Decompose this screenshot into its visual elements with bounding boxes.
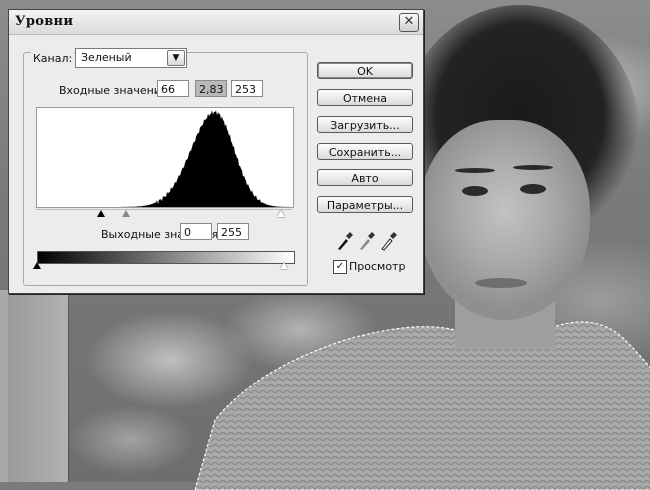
dialog-titlebar[interactable]: Уровни ✕ (9, 10, 423, 35)
black-eyedropper-icon[interactable] (335, 231, 353, 251)
output-black-field[interactable]: 0 (180, 223, 212, 240)
input-black-slider[interactable] (97, 210, 105, 217)
right-eye (520, 184, 546, 194)
channel-label: Канал: (31, 52, 75, 65)
load-button[interactable]: Загрузить... (317, 116, 413, 133)
channel-select[interactable]: Зеленый ▼ (75, 48, 187, 68)
output-black-slider[interactable] (33, 262, 41, 269)
dialog-title: Уровни (15, 14, 74, 29)
input-gamma-field[interactable]: 2,83 (195, 80, 227, 97)
close-icon: ✕ (403, 14, 415, 29)
mouth (475, 278, 527, 288)
auto-button[interactable]: Авто (317, 169, 413, 186)
output-white-field[interactable]: 255 (217, 223, 249, 240)
input-white-field[interactable]: 253 (231, 80, 263, 97)
output-white-slider[interactable] (280, 262, 288, 269)
channel-value: Зеленый (81, 51, 132, 64)
dropdown-arrow-icon[interactable]: ▼ (167, 50, 185, 66)
preview-label: Просмотр (349, 260, 406, 273)
gray-eyedropper-icon[interactable] (357, 231, 375, 251)
input-slider-track (36, 209, 292, 210)
output-gradient (37, 251, 295, 264)
histogram-distribution (37, 110, 292, 207)
options-button[interactable]: Параметры... (317, 196, 413, 213)
white-eyedropper-icon[interactable] (379, 231, 397, 251)
input-gamma-slider[interactable] (122, 210, 130, 217)
left-brow (455, 168, 495, 173)
sweater-selection (195, 321, 650, 490)
ok-button[interactable]: OK (317, 62, 413, 79)
input-black-field[interactable]: 66 (157, 80, 189, 97)
checkmark-icon: ✓ (335, 261, 345, 272)
histogram (36, 107, 294, 208)
levels-dialog: Уровни ✕ Канал: Зеленый ▼ Входные значен… (8, 9, 424, 294)
left-eye (462, 186, 488, 196)
face (420, 120, 590, 320)
cancel-button[interactable]: Отмена (317, 89, 413, 106)
canvas-left-edge (0, 290, 69, 482)
input-levels-label: Входные значения: (59, 84, 172, 97)
right-brow (513, 165, 553, 170)
input-white-slider[interactable] (277, 210, 285, 217)
close-button[interactable]: ✕ (399, 13, 419, 32)
save-button[interactable]: Сохранить... (317, 143, 413, 160)
preview-checkbox[interactable]: ✓ (333, 260, 347, 274)
